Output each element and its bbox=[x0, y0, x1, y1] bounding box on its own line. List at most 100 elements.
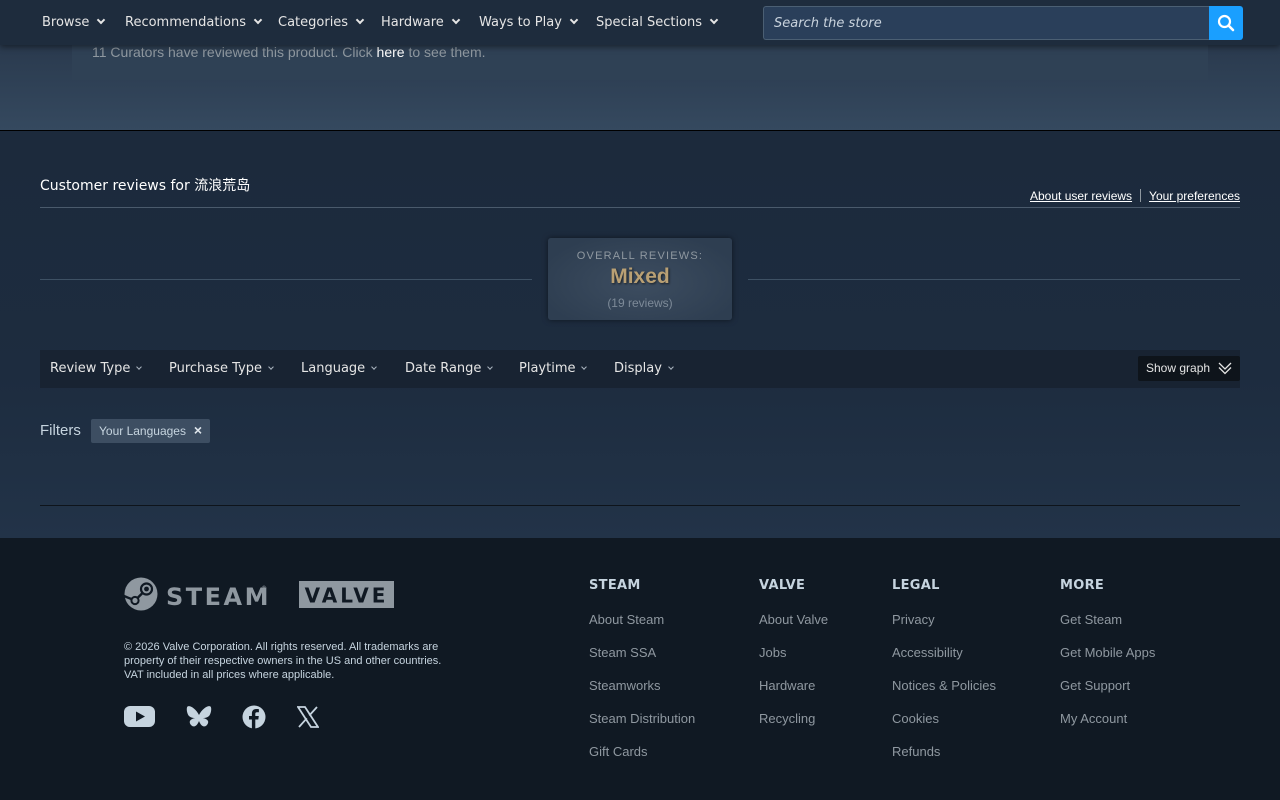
nav-ways-to-play[interactable]: Ways to Play bbox=[479, 0, 579, 45]
chevron-down-icon bbox=[668, 364, 674, 370]
nav-hardware[interactable]: Hardware bbox=[381, 0, 461, 45]
footer-link-privacy[interactable]: Privacy bbox=[892, 612, 935, 627]
footer-link-recycling[interactable]: Recycling bbox=[759, 711, 815, 726]
curator-notice: 11 Curators have reviewed this product. … bbox=[92, 45, 486, 59]
footer-link-hardware[interactable]: Hardware bbox=[759, 678, 815, 693]
steam-logo[interactable]: STEAM ® bbox=[123, 577, 270, 617]
curator-text-suffix: to see them. bbox=[404, 44, 486, 60]
filter-review-type[interactable]: Review Type bbox=[50, 350, 143, 388]
close-icon[interactable]: × bbox=[194, 422, 202, 438]
nav-special-sections[interactable]: Special Sections bbox=[596, 0, 719, 45]
filter-chip-your-languages[interactable]: Your Languages × bbox=[91, 419, 210, 443]
footer-link-accessibility[interactable]: Accessibility bbox=[892, 645, 963, 660]
double-chevron-down-icon bbox=[1218, 362, 1232, 375]
footer-link-get-support[interactable]: Get Support bbox=[1060, 678, 1130, 693]
customer-reviews-section: Customer reviews for 流浪荒岛 About user rev… bbox=[0, 131, 1280, 538]
filter-label: Review Type bbox=[50, 361, 131, 376]
footer-link-notices-policies[interactable]: Notices & Policies bbox=[892, 678, 996, 693]
heading-divider bbox=[40, 207, 1240, 208]
overall-left-rule bbox=[40, 279, 532, 280]
bluesky-icon[interactable] bbox=[186, 705, 212, 733]
footer-link-my-account[interactable]: My Account bbox=[1060, 711, 1127, 726]
footer-link-gift-cards[interactable]: Gift Cards bbox=[589, 744, 648, 759]
x-icon[interactable] bbox=[296, 705, 320, 733]
show-graph-button[interactable]: Show graph bbox=[1138, 356, 1240, 381]
search-box bbox=[763, 6, 1209, 40]
filter-chip-label: Your Languages bbox=[99, 424, 186, 438]
footer-heading-more: MORE bbox=[1060, 578, 1105, 593]
overall-reviews-count: (19 reviews) bbox=[607, 296, 673, 310]
footer-link-get-mobile-apps[interactable]: Get Mobile Apps bbox=[1060, 645, 1155, 660]
show-graph-label: Show graph bbox=[1146, 361, 1211, 375]
filter-label: Purchase Type bbox=[169, 361, 263, 376]
nav-browse[interactable]: Browse bbox=[42, 0, 106, 45]
reviews-bottom-divider bbox=[40, 505, 1240, 506]
review-filter-bar: Review Type Purchase Type Language Date … bbox=[40, 350, 1240, 388]
overall-right-rule bbox=[748, 279, 1240, 280]
chevron-down-icon bbox=[355, 15, 365, 25]
footer-link-steam-ssa[interactable]: Steam SSA bbox=[589, 645, 656, 660]
footer-link-about-steam[interactable]: About Steam bbox=[589, 612, 664, 627]
filter-label: Language bbox=[301, 361, 366, 376]
your-preferences-link[interactable]: Your preferences bbox=[1149, 189, 1240, 203]
nav-label: Ways to Play bbox=[479, 15, 562, 30]
nav-label: Recommendations bbox=[125, 15, 247, 30]
review-links: About user reviews Your preferences bbox=[1030, 189, 1240, 203]
active-filters-label: Filters bbox=[40, 422, 81, 439]
search-button[interactable] bbox=[1209, 6, 1243, 40]
footer-link-about-valve[interactable]: About Valve bbox=[759, 612, 828, 627]
chevron-down-icon bbox=[253, 15, 263, 25]
footer-link-jobs[interactable]: Jobs bbox=[759, 645, 786, 660]
registered-mark: ® bbox=[261, 585, 267, 592]
steam-logo-text: STEAM bbox=[166, 583, 270, 611]
footer-link-refunds[interactable]: Refunds bbox=[892, 744, 940, 759]
overall-reviews-label: OVERALL REVIEWS: bbox=[576, 250, 704, 262]
overall-reviews-summary[interactable]: OVERALL REVIEWS: Mixed (19 reviews) bbox=[548, 238, 732, 320]
chevron-down-icon bbox=[136, 364, 143, 370]
search-icon bbox=[1217, 14, 1235, 32]
nav-recommendations[interactable]: Recommendations bbox=[125, 0, 263, 45]
filter-label: Date Range bbox=[405, 361, 482, 376]
footer-heading-steam: STEAM bbox=[589, 578, 641, 593]
filter-language[interactable]: Language bbox=[301, 350, 377, 388]
reviews-heading: Customer reviews for 流浪荒岛 bbox=[40, 178, 251, 194]
link-separator bbox=[1140, 189, 1142, 202]
overall-reviews-value: Mixed bbox=[610, 265, 670, 288]
nav-label: Browse bbox=[42, 15, 90, 30]
footer-link-cookies[interactable]: Cookies bbox=[892, 711, 939, 726]
nav-label: Hardware bbox=[381, 15, 444, 30]
about-user-reviews-link[interactable]: About user reviews bbox=[1030, 189, 1132, 203]
chevron-down-icon bbox=[268, 364, 274, 370]
footer-link-steamworks[interactable]: Steamworks bbox=[589, 678, 661, 693]
footer-heading-legal: LEGAL bbox=[892, 578, 940, 593]
footer-heading-valve: VALVE bbox=[759, 578, 806, 593]
nav-label: Special Sections bbox=[596, 15, 703, 30]
filter-purchase-type[interactable]: Purchase Type bbox=[169, 350, 274, 388]
curator-here-link[interactable]: here bbox=[377, 44, 405, 60]
top-navigation: Browse Recommendations Categories Hardwa… bbox=[0, 0, 1280, 45]
youtube-icon[interactable] bbox=[124, 705, 156, 733]
footer-link-get-steam[interactable]: Get Steam bbox=[1060, 612, 1122, 627]
filter-display[interactable]: Display bbox=[614, 350, 674, 388]
filter-playtime[interactable]: Playtime bbox=[519, 350, 588, 388]
search-input[interactable] bbox=[764, 7, 1209, 39]
curator-text-prefix: 11 Curators have reviewed this product. … bbox=[92, 44, 377, 60]
nav-label: Categories bbox=[278, 15, 349, 30]
curator-section: 11 Curators have reviewed this product. … bbox=[0, 45, 1280, 130]
chevron-down-icon bbox=[487, 364, 494, 370]
filter-date-range[interactable]: Date Range bbox=[405, 350, 494, 388]
chevron-down-icon bbox=[581, 364, 588, 370]
chevron-down-icon bbox=[709, 15, 719, 25]
chevron-down-icon bbox=[371, 364, 377, 370]
valve-logo[interactable]: VALVE bbox=[299, 581, 395, 613]
valve-logo-text: VALVE bbox=[305, 584, 389, 608]
footer: STEAM ® VALVE © 2026 Valve Corporation. … bbox=[0, 538, 1280, 800]
facebook-icon[interactable] bbox=[242, 705, 266, 733]
nav-categories[interactable]: Categories bbox=[278, 0, 365, 45]
copyright-text: © 2026 Valve Corporation. All rights res… bbox=[124, 641, 442, 681]
filter-label: Playtime bbox=[519, 361, 576, 376]
footer-link-steam-distribution[interactable]: Steam Distribution bbox=[589, 711, 695, 726]
curator-box: 11 Curators have reviewed this product. … bbox=[72, 45, 1208, 80]
chevron-down-icon bbox=[451, 15, 461, 25]
chevron-down-icon bbox=[97, 15, 106, 25]
